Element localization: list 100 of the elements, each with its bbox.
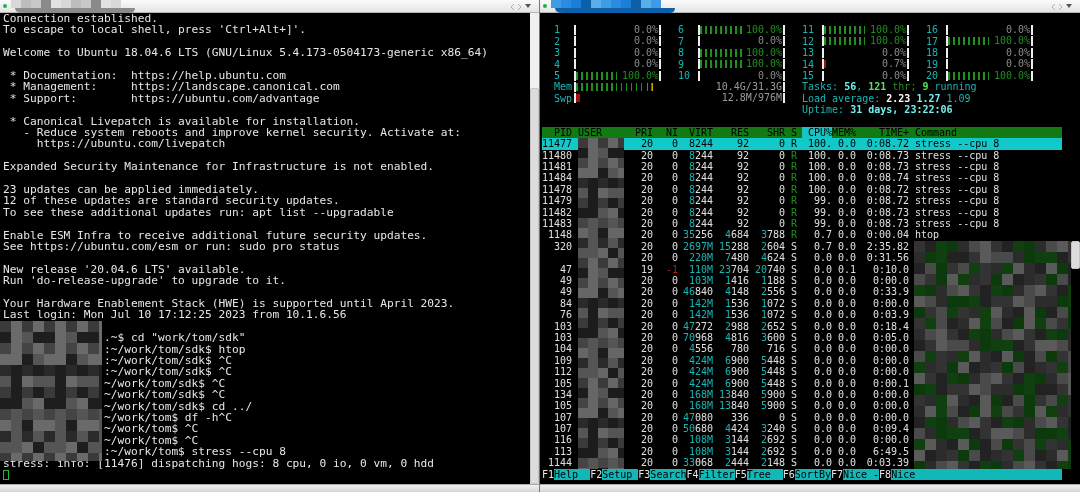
table-cell-text: S (790, 354, 799, 367)
column-header[interactable]: VIRT (678, 126, 713, 139)
tab[interactable] (551, 0, 675, 13)
table-cell-text: 0 (670, 366, 678, 378)
scroll-arrows-icon[interactable] (511, 4, 521, 10)
meter-label: 12 (802, 35, 816, 48)
meter-label: 19 (926, 58, 940, 70)
table-cell-text: 0 (777, 218, 785, 230)
status-dot-icon (543, 4, 547, 8)
table-cell-text: 0.7 (812, 229, 832, 241)
table-cell-text: 0:00.0 (871, 343, 909, 355)
table-cell-text: 0 (777, 161, 785, 173)
table-cell-text: 20 (639, 252, 653, 264)
table-cell-text: 0 (777, 183, 785, 196)
meter-reading: 0.0% (632, 58, 658, 70)
meter-reading: 0.0% (632, 24, 658, 36)
table-cell-text: 20 (639, 297, 653, 310)
table-cell-text: 0.0 (836, 457, 856, 469)
table-cell-text: R (790, 218, 799, 230)
table-cell-text: 100. (806, 149, 832, 162)
scroll-arrows-icon[interactable] (1052, 4, 1062, 10)
table-cell-text: 1148 (546, 229, 572, 241)
table-cell-text: 100. (806, 183, 832, 196)
table-cell-text: 0 (670, 275, 678, 287)
table-cell-text: 0:08.74 (865, 172, 909, 184)
table-cell-text: 1416 (723, 275, 749, 287)
table-cell-text: 0.0 (836, 445, 856, 458)
table-cell-text: 8244 (687, 218, 713, 230)
table-cell-text: 2697M (681, 240, 713, 253)
meter-reading: 0.0% (632, 35, 658, 47)
table-cell-text: 49 (558, 286, 572, 298)
meter-label: 10 (678, 69, 692, 82)
table-cell-text: 0.0 (836, 206, 856, 219)
dropdown-icon[interactable] (525, 4, 531, 8)
column-header[interactable]: PRI (617, 126, 653, 139)
process-row[interactable]: 11477 20 0 8244 92 0 R 100. 0.0 0:08.72 stress --cpu 8 (542, 138, 1062, 150)
table-cell-text: 0 (777, 195, 785, 207)
table-cell-text: 0.0 (836, 195, 856, 207)
table-cell-text: R (790, 206, 799, 219)
table-cell-text: 2604 (759, 240, 785, 253)
process-row[interactable]: 11478 20 0 8244 92 0 R 100. 0.0 0:08.72 stress --cpu 8 (542, 183, 1062, 196)
table-cell-text: 20 (639, 411, 653, 424)
meter-reading: 10.4G/31.3G (714, 81, 782, 93)
terminal-line: ~/work/tom/sdk$ ^C (104, 389, 226, 401)
meter-label: 8 (678, 47, 686, 59)
table-cell-text: 0 (670, 195, 678, 207)
table-cell-text: 0.0 (836, 240, 856, 253)
column-header[interactable]: TIME+ (856, 126, 909, 139)
column-header[interactable]: USER (572, 126, 617, 139)
column-header[interactable]: RES (713, 126, 749, 139)
table-cell-text: 168M (687, 388, 713, 401)
table-cell-text: 0:03.9 (871, 309, 909, 321)
process-row[interactable]: 1148 20 0 35256 4684 3788 R 0.7 0.0 0:00.04 htop (542, 229, 1062, 241)
meter-label: 15 (802, 69, 816, 82)
process-row[interactable]: 11479 20 0 8244 92 0 R 99. 0.0 0:08.72 stress --cpu 8 (542, 195, 1062, 207)
column-header[interactable]: CPU% (802, 126, 832, 139)
table-cell-text: 0.0 (836, 183, 856, 196)
process-row[interactable]: 11483 20 0 8244 92 0 R 99. 0.0 0:08.73 stress --cpu 8 (542, 218, 1062, 230)
table-cell-text: 0.0 (836, 309, 856, 321)
table-cell-text: 100. (806, 138, 832, 150)
table-cell-text: 15288 (717, 240, 749, 253)
process-row[interactable]: 11481 20 0 8244 92 0 R 100. 0.0 0:08.73 stress --cpu 8 (542, 161, 1062, 173)
process-row[interactable]: 11480 20 0 8244 92 0 R 100. 0.0 0:08.73 stress --cpu 8 (542, 149, 1062, 162)
column-header[interactable]: Command (909, 126, 1062, 139)
tab[interactable] (11, 0, 135, 13)
table-cell-text: 3144 (723, 445, 749, 458)
table-cell-text: 4424 (723, 423, 749, 435)
meter-reading: 100.0% (868, 24, 906, 36)
table-cell-text: 13840 (717, 388, 749, 401)
table-cell-text: 0 (670, 138, 678, 150)
table-cell-text: 0.0 (836, 423, 856, 435)
column-header[interactable]: PID (542, 126, 572, 139)
column-header[interactable]: SHR (749, 126, 785, 139)
table-cell-text: 8244 (687, 183, 713, 196)
meter-label: 18 (926, 47, 940, 59)
table-cell-text: 0.0 (836, 343, 856, 355)
column-header[interactable]: MEM% (832, 126, 856, 139)
column-header[interactable]: NI (653, 126, 678, 139)
table-cell-text: -1 (664, 263, 678, 275)
process-row[interactable]: 11484 20 0 8244 92 0 R 100. 0.0 0:08.74 stress --cpu 8 (542, 172, 1062, 184)
table-cell-text: 142M (687, 309, 713, 321)
terminal-line: To see these additional updates run: apt list --upgradable (3, 206, 394, 219)
dropdown-icon[interactable] (1066, 4, 1072, 8)
table-cell-text: 92 (735, 172, 749, 184)
table-cell-text: 0.0 (836, 275, 856, 287)
table-cell-text: 92 (735, 183, 749, 196)
table-cell-text: 0.0 (836, 286, 856, 298)
table-cell-text: 92 (735, 206, 749, 219)
horizontal-scrollbar[interactable] (0, 484, 539, 492)
scrollbar-thumb[interactable] (530, 88, 539, 484)
table-cell-text: 336 (729, 411, 749, 424)
horizontal-scrollbar[interactable] (540, 484, 1080, 492)
scrollbar-thumb[interactable] (1071, 241, 1080, 269)
table-cell-text: 0:05.0 (871, 331, 909, 344)
column-header[interactable]: S (785, 126, 802, 139)
table-cell-text: 142M (687, 297, 713, 310)
table-cell-text: 8244 (687, 172, 713, 184)
process-row[interactable]: 11482 20 0 8244 92 0 R 99. 0.0 0:08.73 stress --cpu 8 (542, 206, 1062, 219)
table-cell-text: 0:09.4 (871, 423, 909, 435)
meter-label: 5 (554, 69, 562, 82)
